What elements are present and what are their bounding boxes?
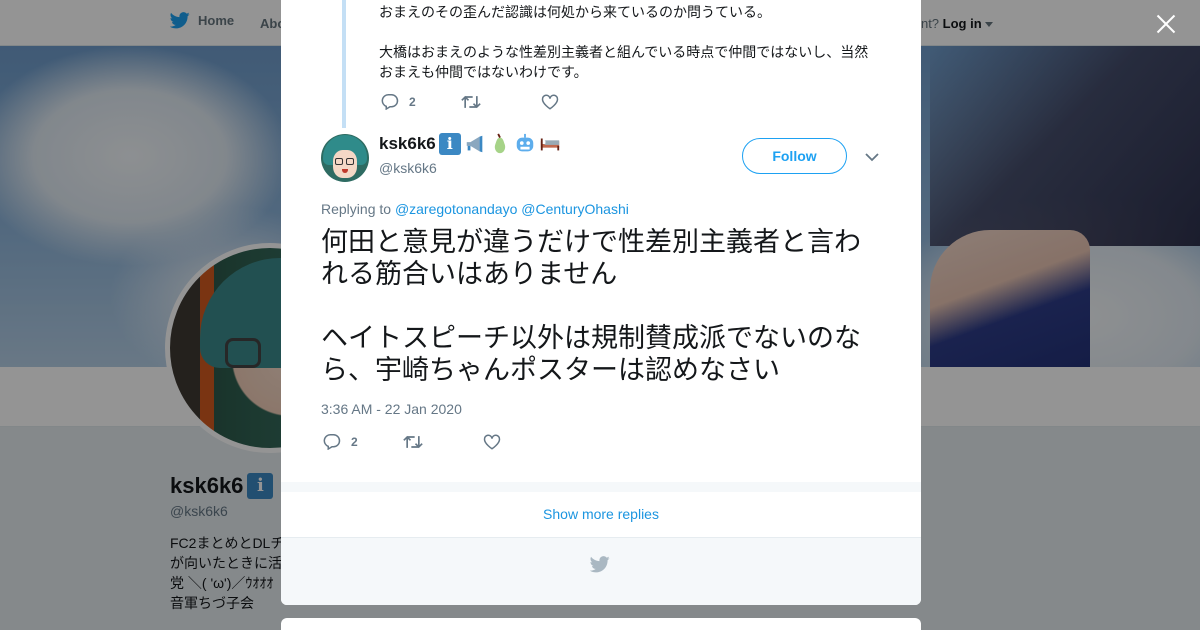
retweet-icon — [403, 435, 423, 448]
tweet-timestamp[interactable]: 3:36 AM - 22 Jan 2020 — [321, 401, 462, 417]
bed-emoji-icon — [540, 138, 559, 151]
author-name: ksk6k6 — [379, 134, 436, 153]
megaphone-emoji-icon — [466, 135, 483, 153]
mention-link[interactable]: @CenturyOhashi — [521, 201, 629, 217]
show-more-replies-button[interactable]: Show more replies — [281, 492, 921, 538]
author-avatar[interactable] — [321, 134, 369, 182]
author-handle[interactable]: @ksk6k6 — [379, 160, 437, 176]
previous-tweet-actions: 2 — [381, 93, 559, 110]
replying-to: Replying to @zaregotonandayo @CenturyOha… — [321, 201, 629, 217]
modal-footer — [281, 538, 921, 605]
tweet-paragraph: ヘイトスピーチ以外は規制賛成派でないのなら、宇崎ちゃんポスターは認めなさい — [321, 323, 861, 386]
author-name-line[interactable]: ksk6k6 i — [379, 133, 561, 155]
retweet-button[interactable] — [461, 94, 541, 110]
pear-emoji-icon — [494, 133, 505, 154]
follow-button[interactable]: Follow — [742, 138, 847, 174]
robot-face-emoji-icon — [516, 133, 533, 152]
reply-count: 2 — [409, 94, 416, 109]
like-button[interactable] — [541, 94, 559, 110]
mention-link[interactable]: @zaregotonandayo — [395, 201, 517, 217]
like-button[interactable] — [483, 434, 501, 450]
twitter-bird-icon — [590, 556, 610, 573]
thread-line — [342, 0, 346, 128]
reply-button[interactable]: 2 — [323, 433, 403, 450]
retweet-icon — [461, 95, 481, 108]
tweet-text: 何田と意見が違うだけで性差別主義者と言われる筋合いはありません ヘイトスピーチ以… — [321, 227, 886, 419]
previous-tweet-paragraph: おまえのその歪んだ認識は何処から来ているのか問うている。 — [379, 4, 771, 20]
next-tweet-card — [281, 618, 921, 630]
reply-icon — [381, 93, 399, 110]
previous-tweet-paragraph: 大橋はおまえのような性差別主義者と組んでいる時点で仲間ではないし、当然おまえも仲… — [379, 44, 869, 80]
previous-tweet-text: おまえのその歪んだ認識は何処から来ているのか問うている。 大橋はおまえのような性… — [379, 2, 879, 102]
chevron-down-icon[interactable] — [864, 150, 880, 164]
tweet-actions: 2 — [323, 433, 501, 450]
divider — [281, 482, 921, 492]
heart-icon — [483, 434, 501, 450]
heart-icon — [541, 94, 559, 110]
info-emoji-icon: i — [438, 133, 461, 155]
retweet-button[interactable] — [403, 434, 483, 450]
tweet-paragraph: 何田と意見が違うだけで性差別主義者と言われる筋合いはありません — [321, 227, 861, 290]
tweet-modal: おまえのその歪んだ認識は何処から来ているのか問うている。 大橋はおまえのような性… — [281, 0, 921, 605]
replying-prefix: Replying to — [321, 201, 392, 217]
reply-count: 2 — [351, 434, 358, 449]
reply-button[interactable]: 2 — [381, 93, 461, 110]
close-icon[interactable] — [1153, 12, 1179, 38]
reply-icon — [323, 433, 341, 450]
